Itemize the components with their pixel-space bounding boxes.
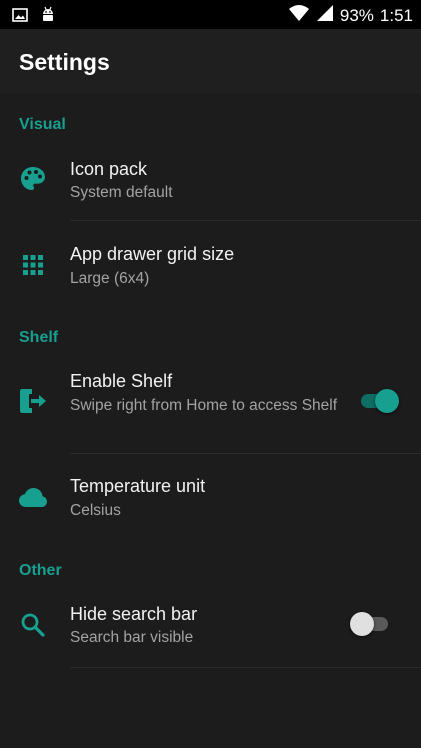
- setting-enable-shelf[interactable]: Enable Shelf Swipe right from Home to ac…: [0, 357, 421, 454]
- setting-icon-pack[interactable]: Icon pack System default: [0, 145, 421, 221]
- status-left-icons: [12, 6, 56, 29]
- setting-hide-search-bar[interactable]: Hide search bar Search bar visible: [0, 590, 421, 668]
- setting-subtitle: System default: [70, 184, 173, 201]
- image-icon: [12, 7, 28, 28]
- divider: [70, 667, 421, 668]
- search-icon: [18, 610, 48, 640]
- wifi-icon: [288, 4, 310, 27]
- page-title: Settings: [19, 49, 110, 75]
- setting-subtitle: Search bar visible: [70, 629, 194, 646]
- setting-label: Enable Shelf: [70, 371, 173, 391]
- setting-label: Temperature unit: [70, 476, 206, 496]
- setting-temperature-unit[interactable]: Temperature unit Celsius: [0, 454, 421, 538]
- clock: 1:51: [379, 5, 413, 25]
- setting-subtitle: Celsius: [70, 502, 121, 519]
- setting-label: App drawer grid size: [70, 244, 235, 264]
- setting-label: Hide search bar: [70, 604, 198, 624]
- android-icon: [40, 6, 56, 29]
- setting-label: Icon pack: [70, 159, 148, 179]
- battery-percent: 93%: [339, 5, 374, 25]
- palette-icon: [18, 164, 48, 194]
- setting-subtitle: Swipe right from Home to access Shelf: [70, 397, 338, 414]
- toggle-knob: [350, 612, 374, 636]
- toggle-knob: [375, 389, 399, 413]
- status-bar: 93% 1:51: [0, 0, 421, 29]
- enable-shelf-toggle[interactable]: [357, 387, 401, 415]
- status-right: 93% 1:51: [288, 4, 413, 27]
- signal-icon: [316, 4, 334, 27]
- setting-grid-size[interactable]: App drawer grid size Large (6x4): [0, 221, 421, 305]
- section-header-other: Other: [19, 562, 62, 579]
- hide-search-bar-toggle[interactable]: [350, 610, 394, 638]
- exit-icon: [18, 386, 48, 416]
- section-header-shelf: Shelf: [19, 329, 59, 346]
- grid-icon: [18, 250, 48, 280]
- section-header-visual: Visual: [19, 116, 66, 133]
- cloud-icon: [18, 483, 48, 513]
- setting-subtitle: Large (6x4): [70, 270, 150, 287]
- app-toolbar: Settings: [0, 29, 421, 93]
